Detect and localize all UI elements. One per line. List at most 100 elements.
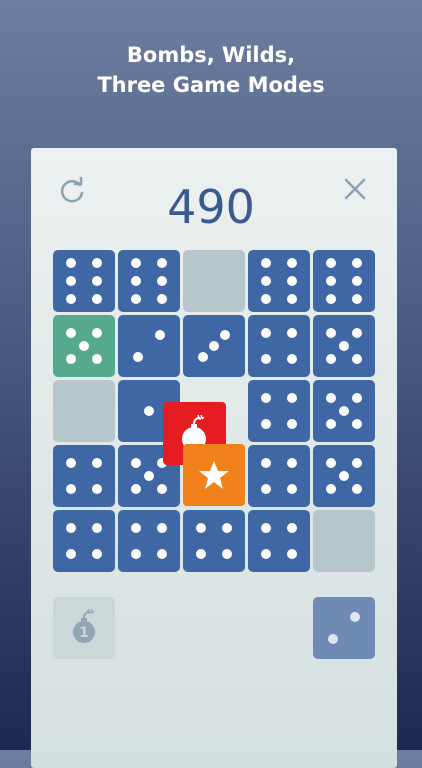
empty-cell[interactable]	[313, 510, 375, 572]
pip	[352, 328, 362, 338]
pip	[352, 276, 362, 286]
pip	[287, 354, 297, 364]
pip	[326, 484, 336, 494]
pip	[66, 328, 76, 338]
pip	[131, 523, 141, 533]
pip	[157, 484, 167, 494]
die-6[interactable]	[53, 250, 115, 312]
die-6[interactable]	[248, 250, 310, 312]
pip	[196, 549, 206, 559]
star-icon	[199, 461, 229, 489]
die-5[interactable]	[313, 380, 375, 442]
pip	[92, 484, 102, 494]
pip	[352, 258, 362, 268]
die-4[interactable]	[248, 315, 310, 377]
pip	[326, 458, 336, 468]
die-4[interactable]	[53, 445, 115, 507]
die-4[interactable]	[248, 510, 310, 572]
pip	[326, 354, 336, 364]
pip	[339, 406, 349, 416]
pip	[157, 549, 167, 559]
pip	[326, 276, 336, 286]
pip	[66, 549, 76, 559]
pip	[261, 294, 271, 304]
die-5[interactable]	[313, 445, 375, 507]
pip	[198, 352, 208, 362]
die-4[interactable]	[118, 510, 180, 572]
pip	[144, 406, 154, 416]
pip	[287, 419, 297, 429]
pip	[261, 419, 271, 429]
pip	[350, 612, 360, 622]
die-4[interactable]	[53, 510, 115, 572]
die-6[interactable]	[118, 250, 180, 312]
pip	[339, 471, 349, 481]
pip	[79, 341, 89, 351]
pip	[352, 354, 362, 364]
pip	[92, 328, 102, 338]
pip	[66, 458, 76, 468]
die-5[interactable]	[313, 315, 375, 377]
pip	[157, 523, 167, 533]
pip	[339, 341, 349, 351]
pip	[131, 458, 141, 468]
pip	[92, 523, 102, 533]
pip	[261, 549, 271, 559]
pip	[222, 549, 232, 559]
pip	[326, 258, 336, 268]
pip	[326, 294, 336, 304]
pip	[261, 484, 271, 494]
pip	[328, 634, 338, 644]
pip	[131, 258, 141, 268]
pip	[157, 276, 167, 286]
pip	[66, 523, 76, 533]
pip	[287, 258, 297, 268]
pip	[144, 471, 154, 481]
die-6[interactable]	[313, 250, 375, 312]
bomb-inventory[interactable]: 1	[53, 597, 115, 659]
pip	[352, 458, 362, 468]
pip	[222, 523, 232, 533]
pip	[287, 458, 297, 468]
pip	[92, 549, 102, 559]
pip	[287, 276, 297, 286]
pip	[326, 328, 336, 338]
pip	[352, 419, 362, 429]
wild-star-tile[interactable]	[183, 444, 245, 506]
die-4[interactable]	[248, 445, 310, 507]
die-4[interactable]	[183, 510, 245, 572]
empty-cell[interactable]	[183, 250, 245, 312]
die-3[interactable]	[183, 315, 245, 377]
pip	[326, 393, 336, 403]
empty-cell[interactable]	[53, 380, 115, 442]
bomb-count: 1	[79, 625, 89, 641]
pip	[157, 294, 167, 304]
pip	[261, 393, 271, 403]
score: 490	[167, 180, 255, 234]
die-4[interactable]	[248, 380, 310, 442]
pip	[261, 258, 271, 268]
pip	[196, 523, 206, 533]
pip	[131, 294, 141, 304]
die-2[interactable]	[118, 315, 180, 377]
pip	[287, 294, 297, 304]
pip	[261, 458, 271, 468]
headline-line-2: Three Game Modes	[97, 73, 325, 97]
pip	[66, 484, 76, 494]
bomb-icon: 1	[73, 608, 95, 643]
pip	[92, 258, 102, 268]
wild-die-5[interactable]	[53, 315, 115, 377]
pip	[92, 354, 102, 364]
pip	[352, 294, 362, 304]
pip	[261, 523, 271, 533]
pip	[261, 354, 271, 364]
pip	[66, 258, 76, 268]
pip	[131, 276, 141, 286]
pip	[209, 341, 219, 351]
pip	[352, 484, 362, 494]
next-die[interactable]	[313, 597, 375, 659]
pip	[287, 328, 297, 338]
headline-line-1: Bombs, Wilds,	[126, 43, 296, 67]
pip	[261, 276, 271, 286]
pip	[287, 484, 297, 494]
